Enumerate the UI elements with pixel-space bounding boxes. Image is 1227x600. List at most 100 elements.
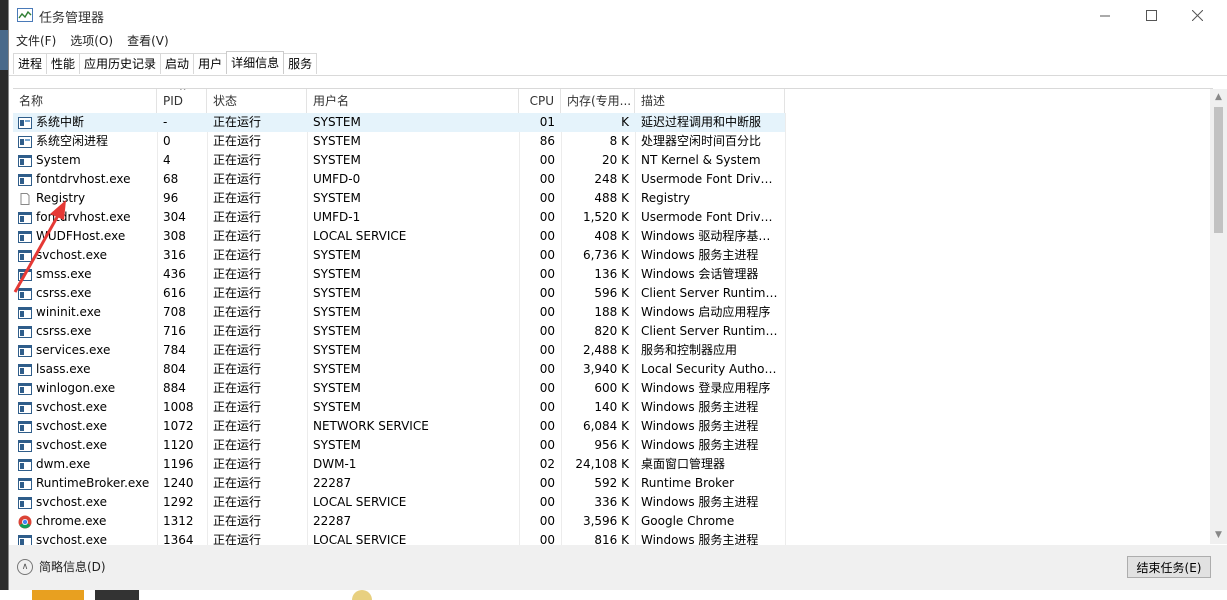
- process-pid: 4: [163, 153, 171, 167]
- process-memory: 188 K: [594, 305, 629, 319]
- col-header-user[interactable]: 用户名: [307, 89, 519, 113]
- col-header-cpu[interactable]: CPU: [519, 89, 561, 113]
- process-name: svchost.exe: [36, 495, 107, 509]
- table-row[interactable]: svchost.exe 316 正在运行 SYSTEM 00 6,736 K Windows…: [13, 246, 785, 265]
- table-row[interactable]: svchost.exe 1292 正在运行 LOCAL SERVICE 00 336 K W…: [13, 493, 785, 512]
- process-description: Windows 服务主进程: [641, 400, 759, 414]
- table-row[interactable]: dwm.exe 1196 正在运行 DWM-1 02 24,108 K 桌面窗口管理器: [13, 455, 785, 474]
- table-row[interactable]: svchost.exe 1120 正在运行 SYSTEM 00 956 K Windows …: [13, 436, 785, 455]
- process-pid: 304: [163, 210, 186, 224]
- scroll-up-arrow-icon[interactable]: ▲: [1210, 89, 1227, 106]
- table-row[interactable]: fontdrvhost.exe 304 正在运行 UMFD-1 00 1,520 K Use…: [13, 208, 785, 227]
- process-cpu: 00: [539, 476, 555, 490]
- table-row[interactable]: csrss.exe 616 正在运行 SYSTEM 00 596 K Client Serv…: [13, 284, 785, 303]
- task-manager-icon: [17, 8, 33, 22]
- maximize-button[interactable]: [1128, 0, 1174, 31]
- table-row[interactable]: svchost.exe 1072 正在运行 NETWORK SERVICE 00 6,08…: [13, 417, 785, 436]
- table-row[interactable]: services.exe 784 正在运行 SYSTEM 00 2,488 K 服务和控制器…: [13, 341, 785, 360]
- process-pid: 1240: [163, 476, 194, 490]
- process-name: lsass.exe: [36, 362, 91, 376]
- col-header-name[interactable]: 名称: [13, 89, 157, 113]
- tab-services[interactable]: 服务: [283, 53, 318, 74]
- col-header-memory[interactable]: 内存(专用...: [561, 89, 635, 113]
- process-status: 正在运行: [213, 514, 262, 528]
- process-cpu: 00: [539, 533, 555, 546]
- process-name: svchost.exe: [36, 248, 107, 262]
- process-cpu: 00: [539, 210, 555, 224]
- process-cpu: 00: [539, 419, 555, 433]
- process-cpu: 01: [539, 115, 555, 129]
- process-cpu: 02: [539, 457, 555, 471]
- tab-startup[interactable]: 启动: [160, 53, 195, 74]
- process-name: smss.exe: [36, 267, 92, 281]
- table-row[interactable]: wininit.exe 708 正在运行 SYSTEM 00 188 K Windows 启…: [13, 303, 785, 322]
- process-memory: 1,520 K: [582, 210, 629, 224]
- table-row[interactable]: RuntimeBroker.exe 1240 正在运行 22287 00 592 K Run…: [13, 474, 785, 493]
- process-user: DWM-1: [313, 457, 357, 471]
- process-status: 正在运行: [213, 324, 262, 338]
- title-bar[interactable]: 任务管理器: [9, 0, 1227, 31]
- process-status: 正在运行: [213, 495, 262, 509]
- menu-options[interactable]: 选项(O): [63, 31, 120, 51]
- process-name: chrome.exe: [36, 514, 107, 528]
- table-row[interactable]: Registry 96 正在运行 SYSTEM 00 488 K Registry: [13, 189, 785, 208]
- process-memory: 816 K: [594, 533, 629, 546]
- table-row[interactable]: 系统空闲进程 0 正在运行 SYSTEM 86 8 K 处理器空闲时间百分比: [13, 132, 785, 151]
- scroll-down-arrow-icon[interactable]: ▼: [1210, 527, 1227, 544]
- process-pid: 708: [163, 305, 186, 319]
- table-row[interactable]: svchost.exe 1364 正在运行 LOCAL SERVICE 00 816 K W…: [13, 531, 785, 546]
- process-user: NETWORK SERVICE: [313, 419, 429, 433]
- process-status: 正在运行: [213, 457, 262, 471]
- table-row[interactable]: lsass.exe 804 正在运行 SYSTEM 00 3,940 K Local Sec…: [13, 360, 785, 379]
- table-row[interactable]: System 4 正在运行 SYSTEM 00 20 K NT Kernel & Syste…: [13, 151, 785, 170]
- menu-file[interactable]: 文件(F): [9, 31, 63, 51]
- col-header-status[interactable]: 状态: [207, 89, 307, 113]
- tab-performance[interactable]: 性能: [46, 53, 81, 74]
- table-row[interactable]: csrss.exe 716 正在运行 SYSTEM 00 820 K Client Serv…: [13, 322, 785, 341]
- process-memory: 600 K: [594, 381, 629, 395]
- process-user: SYSTEM: [313, 438, 361, 452]
- table-header: 名称 PID 状态 用户名 CPU 内存(专用... 描述 ^: [13, 89, 1213, 113]
- process-description: Local Security Authority...: [641, 362, 785, 376]
- window-title: 任务管理器: [39, 11, 105, 26]
- table-row[interactable]: WUDFHost.exe 308 正在运行 LOCAL SERVICE 00 408 K W…: [13, 227, 785, 246]
- vertical-scrollbar[interactable]: ▲ ▼: [1210, 89, 1227, 544]
- tab-users[interactable]: 用户: [193, 53, 228, 74]
- desktop-item: [32, 590, 84, 600]
- table-row[interactable]: chrome.exe 1312 正在运行 22287 00 3,596 K Google C…: [13, 512, 785, 531]
- minimize-button[interactable]: [1082, 0, 1128, 31]
- process-cpu: 00: [539, 495, 555, 509]
- desktop-edge: [0, 0, 8, 600]
- process-cpu: 00: [539, 153, 555, 167]
- tab-details[interactable]: 详细信息: [226, 51, 285, 74]
- table-row[interactable]: fontdrvhost.exe 68 正在运行 UMFD-0 00 248 K Usermo…: [13, 170, 785, 189]
- process-name: RuntimeBroker.exe: [36, 476, 150, 490]
- process-pid: 804: [163, 362, 186, 376]
- process-name: System: [36, 153, 81, 167]
- table-row[interactable]: 系统中断 - 正在运行 SYSTEM 01 K 延迟过程调用和中断服: [13, 113, 785, 132]
- col-header-description[interactable]: 描述: [635, 89, 785, 113]
- end-task-button[interactable]: 结束任务(E): [1127, 556, 1211, 578]
- process-status: 正在运行: [213, 438, 262, 452]
- process-pid: 436: [163, 267, 186, 281]
- process-user: 22287: [313, 514, 352, 528]
- tab-processes[interactable]: 进程: [13, 53, 48, 74]
- process-name: fontdrvhost.exe: [36, 172, 131, 186]
- scroll-thumb[interactable]: [1214, 107, 1223, 233]
- tab-app-history[interactable]: 应用历史记录: [79, 53, 162, 74]
- table-row[interactable]: smss.exe 436 正在运行 SYSTEM 00 136 K Windows 会话管理…: [13, 265, 785, 284]
- process-user: LOCAL SERVICE: [313, 495, 407, 509]
- less-details-button[interactable]: ∧ 简略信息(D): [17, 558, 106, 575]
- process-cpu: 00: [539, 267, 555, 281]
- table-row[interactable]: winlogon.exe 884 正在运行 SYSTEM 00 600 K Windows …: [13, 379, 785, 398]
- close-button[interactable]: [1174, 0, 1220, 31]
- process-status: 正在运行: [213, 400, 262, 414]
- process-memory: K: [621, 115, 629, 129]
- process-user: 22287: [313, 476, 352, 490]
- process-user: SYSTEM: [313, 362, 361, 376]
- process-pid: 884: [163, 381, 186, 395]
- table-row[interactable]: svchost.exe 1008 正在运行 SYSTEM 00 140 K Windows …: [13, 398, 785, 417]
- menu-view[interactable]: 查看(V): [120, 31, 176, 51]
- process-pid: 716: [163, 324, 186, 338]
- process-memory: 408 K: [594, 229, 629, 243]
